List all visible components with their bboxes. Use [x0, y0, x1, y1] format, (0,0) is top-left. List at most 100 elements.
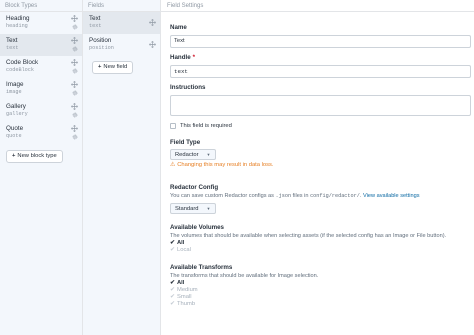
required-indicator: * [192, 54, 196, 61]
field-item-position[interactable]: Position position [83, 34, 160, 56]
caret-down-icon: ▼ [206, 206, 211, 211]
transforms-option-small[interactable]: ✔ Small [170, 294, 470, 301]
checkmark-icon: ✔ [170, 301, 176, 307]
view-available-settings-link[interactable]: View available settings [363, 193, 420, 199]
block-type-handle: image [6, 89, 22, 95]
plus-icon: + [12, 153, 16, 159]
checkmark-icon: ✔ [170, 240, 176, 246]
fields-header: Fields [83, 0, 160, 12]
checkmark-icon: ✔ [170, 247, 176, 253]
block-type-item-quote[interactable]: Quote quote [0, 122, 82, 144]
required-checkbox-label: This field is required [180, 123, 232, 129]
block-type-handle: text [6, 45, 19, 51]
new-field-label: New field [103, 64, 128, 70]
handle-label: Handle * [170, 54, 470, 62]
field-type-warning: ⚠ Changing this may result in data loss. [170, 162, 470, 168]
move-icon[interactable] [71, 103, 78, 110]
instructions-text: . [359, 193, 362, 199]
move-icon[interactable] [71, 125, 78, 132]
field-label: Text [89, 15, 101, 22]
new-field-button[interactable]: + New field [92, 61, 134, 74]
option-label: Local [177, 247, 191, 253]
volumes-label: Available Volumes [170, 224, 224, 231]
caret-down-icon: ▼ [206, 152, 211, 157]
transforms-option-medium[interactable]: ✔ Medium [170, 287, 470, 294]
block-type-item-code-block[interactable]: Code Block codeBlock [0, 56, 82, 78]
plus-icon: + [98, 64, 102, 70]
field-settings-form: Name Text Handle * text Instructions This… [170, 24, 471, 308]
block-type-label: Image [6, 81, 24, 88]
gear-icon[interactable] [72, 90, 78, 96]
block-type-item-gallery[interactable]: Gallery gallery [0, 100, 82, 122]
block-type-label: Quote [6, 125, 24, 132]
option-label: Medium [177, 287, 198, 293]
instructions-code: config/redactor/ [310, 193, 360, 199]
block-type-handle: quote [6, 133, 22, 139]
instructions-text: You can save custom Redactor configs as [170, 193, 276, 199]
field-type-select[interactable]: Redactor ▼ [170, 149, 216, 160]
field-handle: position [89, 45, 114, 51]
block-type-label: Text [6, 37, 18, 44]
field-handle: text [89, 23, 102, 29]
option-label: Small [177, 294, 192, 300]
block-type-label: Heading [6, 15, 30, 22]
instructions-text: files in [291, 193, 311, 199]
block-types-column: Block Types Heading heading Text text Co… [0, 0, 83, 335]
gear-icon[interactable] [72, 134, 78, 140]
move-icon[interactable] [71, 81, 78, 88]
field-type-label: Field Type [170, 139, 201, 146]
move-icon[interactable] [71, 59, 78, 66]
move-icon[interactable] [71, 37, 78, 44]
field-settings-header: Field Settings [161, 0, 474, 12]
required-checkbox[interactable] [170, 123, 176, 129]
checkmark-icon: ✔ [170, 287, 176, 293]
block-type-handle: gallery [6, 111, 28, 117]
checkmark-icon: ✔ [170, 294, 176, 300]
transforms-option-thumb[interactable]: ✔ Thumb [170, 301, 470, 308]
fields-column: Fields Text text Position position + New … [83, 0, 161, 335]
instructions-textarea[interactable] [170, 95, 471, 116]
option-label: All [177, 280, 185, 286]
block-type-item-heading[interactable]: Heading heading [0, 12, 82, 34]
warning-text: Changing this may result in data loss. [177, 162, 274, 168]
gear-icon[interactable] [72, 112, 78, 118]
gear-icon[interactable] [72, 68, 78, 74]
block-type-label: Code Block [6, 59, 39, 66]
field-item-text[interactable]: Text text [83, 12, 160, 34]
redactor-config-instructions: You can save custom Redactor configs as … [170, 192, 470, 200]
block-type-handle: codeBlock [6, 67, 35, 73]
volumes-instructions: The volumes that should be available whe… [170, 233, 447, 239]
transforms-instructions: The transforms that should be available … [170, 273, 319, 279]
block-types-header: Block Types [0, 0, 82, 12]
option-label: Thumb [177, 301, 196, 307]
volumes-option-local[interactable]: ✔ Local [170, 247, 470, 254]
field-type-value: Redactor [175, 151, 199, 158]
move-icon[interactable] [149, 41, 156, 48]
new-block-type-button[interactable]: + New block type [6, 150, 63, 163]
handle-label-text: Handle [170, 54, 191, 61]
gear-icon[interactable] [72, 24, 78, 30]
handle-input[interactable]: text [170, 65, 471, 78]
block-type-handle: heading [6, 23, 28, 29]
redactor-config-select[interactable]: Standard ▼ [170, 203, 216, 214]
required-checkbox-row[interactable]: This field is required [170, 123, 470, 129]
new-block-type-label: New block type [17, 153, 57, 159]
block-type-item-image[interactable]: Image image [0, 78, 82, 100]
field-label: Position [89, 37, 112, 44]
move-icon[interactable] [149, 19, 156, 26]
redactor-config-label: Redactor Config [170, 184, 219, 191]
instructions-code: .json [275, 193, 292, 199]
gear-icon[interactable] [72, 46, 78, 52]
name-label: Name [170, 24, 187, 31]
redactor-config-value: Standard [175, 205, 199, 212]
checkmark-icon: ✔ [170, 280, 176, 286]
move-icon[interactable] [71, 15, 78, 22]
warning-icon: ⚠ [170, 162, 176, 168]
option-label: All [177, 240, 185, 246]
instructions-label: Instructions [170, 84, 206, 91]
name-input[interactable]: Text [170, 35, 471, 48]
transforms-option-all[interactable]: ✔ All [170, 280, 470, 287]
volumes-option-all[interactable]: ✔ All [170, 240, 470, 247]
block-type-item-text[interactable]: Text text [0, 34, 82, 56]
block-type-label: Gallery [6, 103, 26, 110]
